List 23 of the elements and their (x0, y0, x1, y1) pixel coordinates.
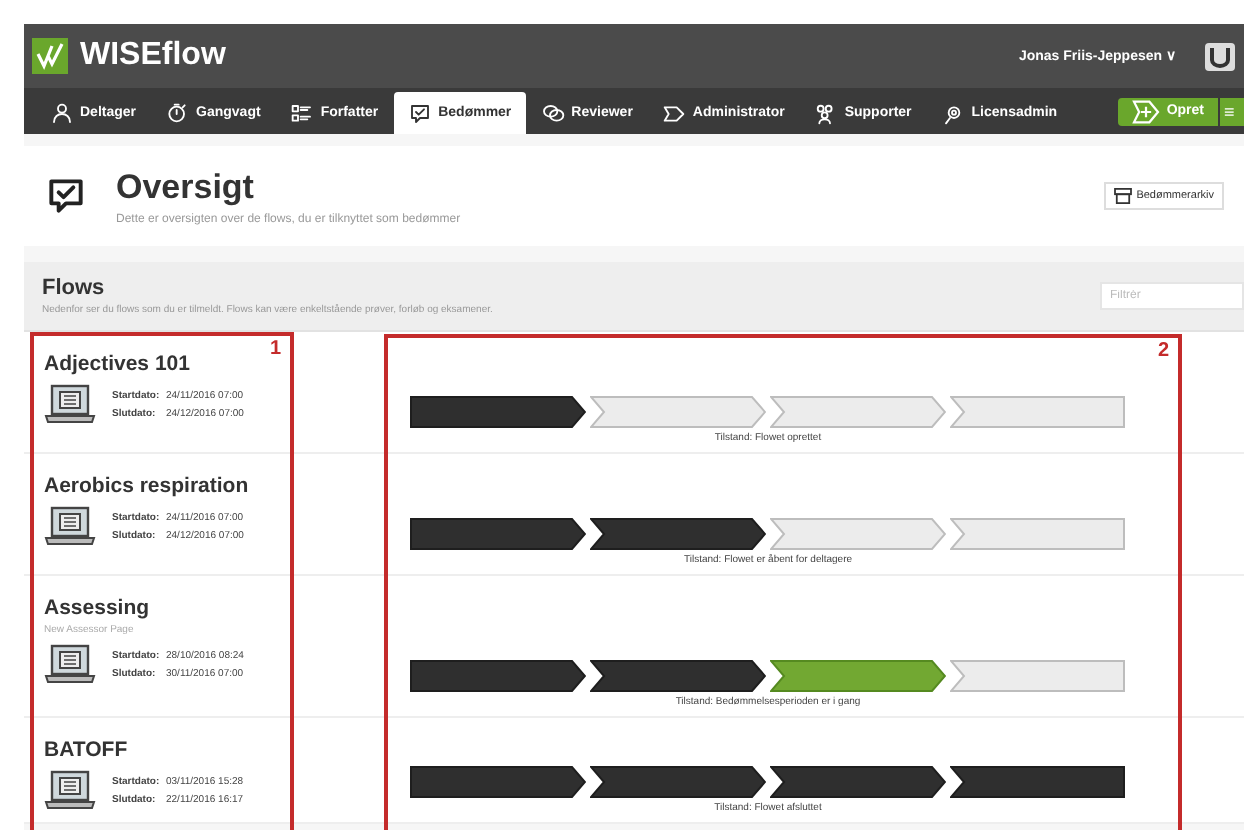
plus-tag-icon (1132, 99, 1161, 123)
laptop-icon (44, 506, 96, 546)
laptop-icon (44, 770, 96, 810)
list-icon (290, 101, 315, 125)
stopwatch-icon (166, 101, 191, 125)
flow-title[interactable]: BATOFF (44, 738, 284, 762)
group-icon (814, 101, 839, 125)
laptop-icon (44, 644, 96, 684)
tag-icon (662, 101, 687, 125)
page-title: Oversigt (116, 167, 256, 207)
laptop-icon (44, 384, 96, 424)
flow-title[interactable]: Assessing (44, 596, 284, 620)
logo-icon (32, 38, 68, 74)
person-icon (50, 101, 74, 125)
annotation-number: 2 (1158, 342, 1170, 362)
check-bubble-icon (44, 174, 88, 218)
flow-title[interactable]: Aerobics respiration (44, 474, 284, 498)
badge-icon (1204, 41, 1236, 71)
check-icon (408, 101, 433, 125)
archive-icon (1114, 188, 1133, 204)
bubbles-icon (541, 101, 566, 125)
app-logo-text: WISEflow (80, 38, 226, 74)
section-title: Flows (42, 276, 107, 300)
